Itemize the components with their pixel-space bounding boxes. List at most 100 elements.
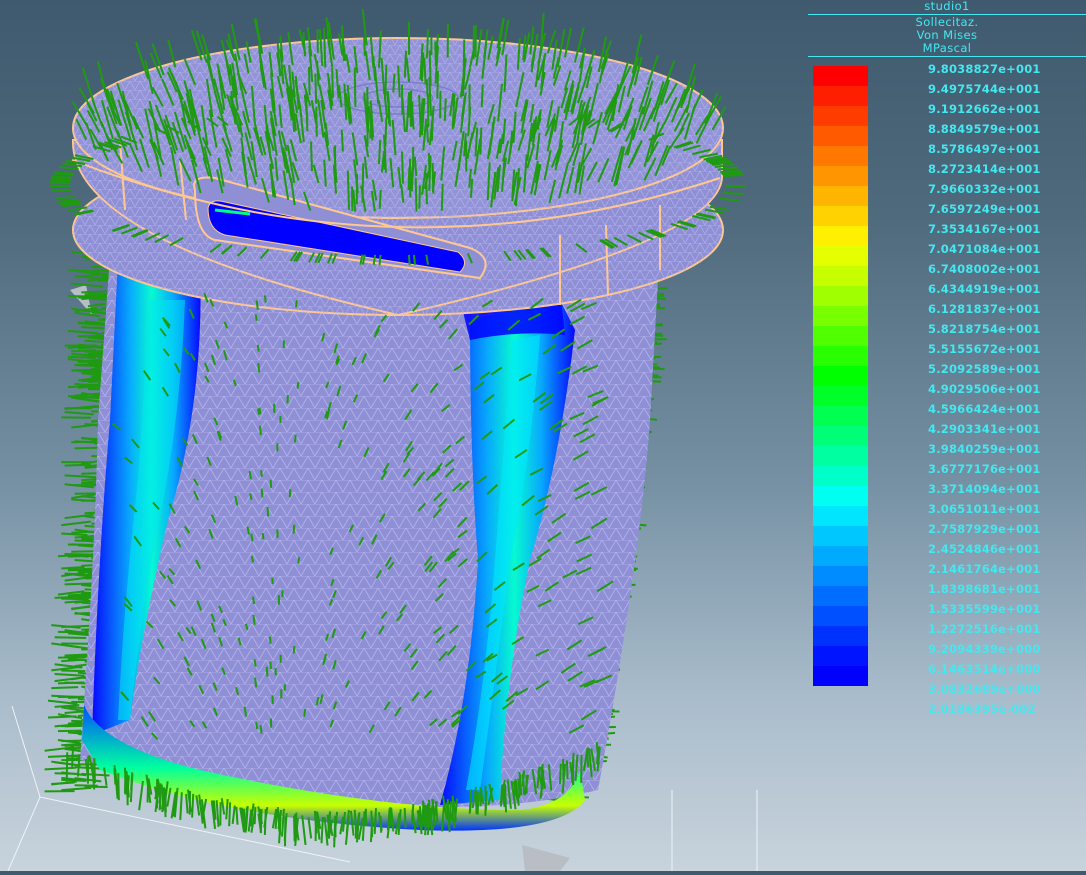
legend-swatch <box>813 126 868 146</box>
load-vector <box>214 800 215 819</box>
legend-swatch <box>813 366 868 386</box>
legend-tick-label: 6.7408002e+001 <box>928 262 1078 276</box>
load-vector <box>118 773 119 800</box>
load-vector <box>393 74 394 92</box>
load-vector <box>720 199 740 201</box>
load-vector <box>308 817 311 838</box>
load-vector <box>75 274 106 277</box>
legend-swatch <box>813 146 868 166</box>
load-vector <box>65 475 97 477</box>
load-vector <box>309 67 310 95</box>
load-vector <box>430 51 431 86</box>
legend-swatch <box>813 166 868 186</box>
load-vector <box>402 152 403 184</box>
load-vector <box>482 84 483 107</box>
load-vector <box>51 190 71 191</box>
load-vector <box>256 314 257 320</box>
legend-tick-label: 5.8218754e+001 <box>928 322 1078 336</box>
load-vector <box>78 361 105 362</box>
legend-swatch <box>813 286 868 306</box>
load-vector <box>427 29 428 58</box>
load-vector <box>180 792 182 820</box>
load-vector <box>75 448 101 449</box>
load-vector <box>262 489 263 498</box>
load-vector <box>294 525 295 534</box>
load-vector <box>267 667 268 677</box>
load-vector <box>296 300 297 307</box>
load-vector <box>485 791 486 816</box>
load-vector <box>160 783 161 810</box>
legend-tick-label: 5.2092589e+001 <box>928 362 1078 376</box>
load-vector <box>61 788 91 790</box>
legend-swatch <box>813 506 868 526</box>
load-vector <box>258 363 259 372</box>
legend-tick-label: 8.5786497e+001 <box>928 142 1078 156</box>
stress-legend: studio1 Sollecitaz. Von Mises MPascal 9.… <box>808 0 1086 720</box>
load-vector <box>385 65 386 100</box>
load-vector <box>48 756 79 757</box>
legend-tick-label: 3.3714094e+001 <box>928 482 1078 496</box>
load-vector <box>61 626 91 627</box>
load-vector <box>295 435 296 443</box>
legend-tick-label: 7.6597249e+001 <box>928 202 1078 216</box>
load-vector <box>55 674 85 676</box>
load-vector <box>61 534 87 536</box>
load-vector <box>424 58 425 85</box>
load-vector <box>251 534 252 542</box>
legend-swatch <box>813 186 868 206</box>
legend-tick-label: 7.9660332e+001 <box>928 182 1078 196</box>
load-vector <box>478 792 479 814</box>
load-vector <box>263 533 264 539</box>
legend-tick-label: 8.8849579e+001 <box>928 122 1078 136</box>
legend-swatch <box>813 586 868 606</box>
load-vector <box>58 682 84 683</box>
load-vector <box>470 789 471 813</box>
legend-swatch <box>813 606 868 626</box>
load-vector <box>78 331 101 334</box>
load-vector <box>67 752 68 781</box>
analysis-name: studio1 <box>808 0 1086 13</box>
load-vector <box>560 764 561 784</box>
load-vector <box>268 507 269 516</box>
load-vector <box>476 791 477 814</box>
load-vector <box>355 68 356 108</box>
legend-tick-label: 9.8038827e+001 <box>928 62 1078 76</box>
load-vector <box>450 801 451 824</box>
legend-tick-label: 6.4344919e+001 <box>928 282 1078 296</box>
load-vector <box>567 760 568 779</box>
legend-tick-label: 1.5335599e+001 <box>928 602 1078 616</box>
legend-swatch <box>813 226 868 246</box>
legend-tick-label: 9.1912662e+001 <box>928 102 1078 116</box>
load-vector <box>381 816 382 833</box>
legend-swatch <box>813 206 868 226</box>
legend-tick-label: 2.0186395e-002 <box>928 702 1078 716</box>
legend-tick-label: 2.4524846e+001 <box>928 542 1078 556</box>
load-vector <box>324 28 325 67</box>
legend-tick-label: 2.7587929e+001 <box>928 522 1078 536</box>
load-vector <box>94 758 95 783</box>
legend-swatch <box>813 246 868 266</box>
legend-swatch <box>813 106 868 126</box>
load-vector <box>724 193 744 194</box>
legend-tick-label: 7.3534167e+001 <box>928 222 1078 236</box>
load-vector <box>416 178 417 212</box>
load-vector <box>71 532 93 533</box>
load-vector <box>253 597 254 604</box>
load-vector <box>192 794 193 818</box>
legend-swatch <box>813 266 868 286</box>
load-vector <box>55 197 75 199</box>
load-vector <box>429 155 430 190</box>
legend-tick-label: 6.1281837e+001 <box>928 302 1078 316</box>
legend-tick-label: 9.2094339e+000 <box>928 642 1078 656</box>
legend-swatch <box>813 446 868 466</box>
legend-tick-label: 6.1463514e+000 <box>928 662 1078 676</box>
load-vector <box>435 42 436 66</box>
load-vector <box>298 382 299 389</box>
color-scale: 9.8038827e+0019.4975744e+0019.1912662e+0… <box>808 58 1086 718</box>
legend-swatch <box>813 66 868 86</box>
load-vector <box>261 725 262 733</box>
load-vector <box>65 465 91 466</box>
load-vector <box>257 300 258 310</box>
load-vector <box>723 174 743 175</box>
load-vector <box>61 522 90 525</box>
